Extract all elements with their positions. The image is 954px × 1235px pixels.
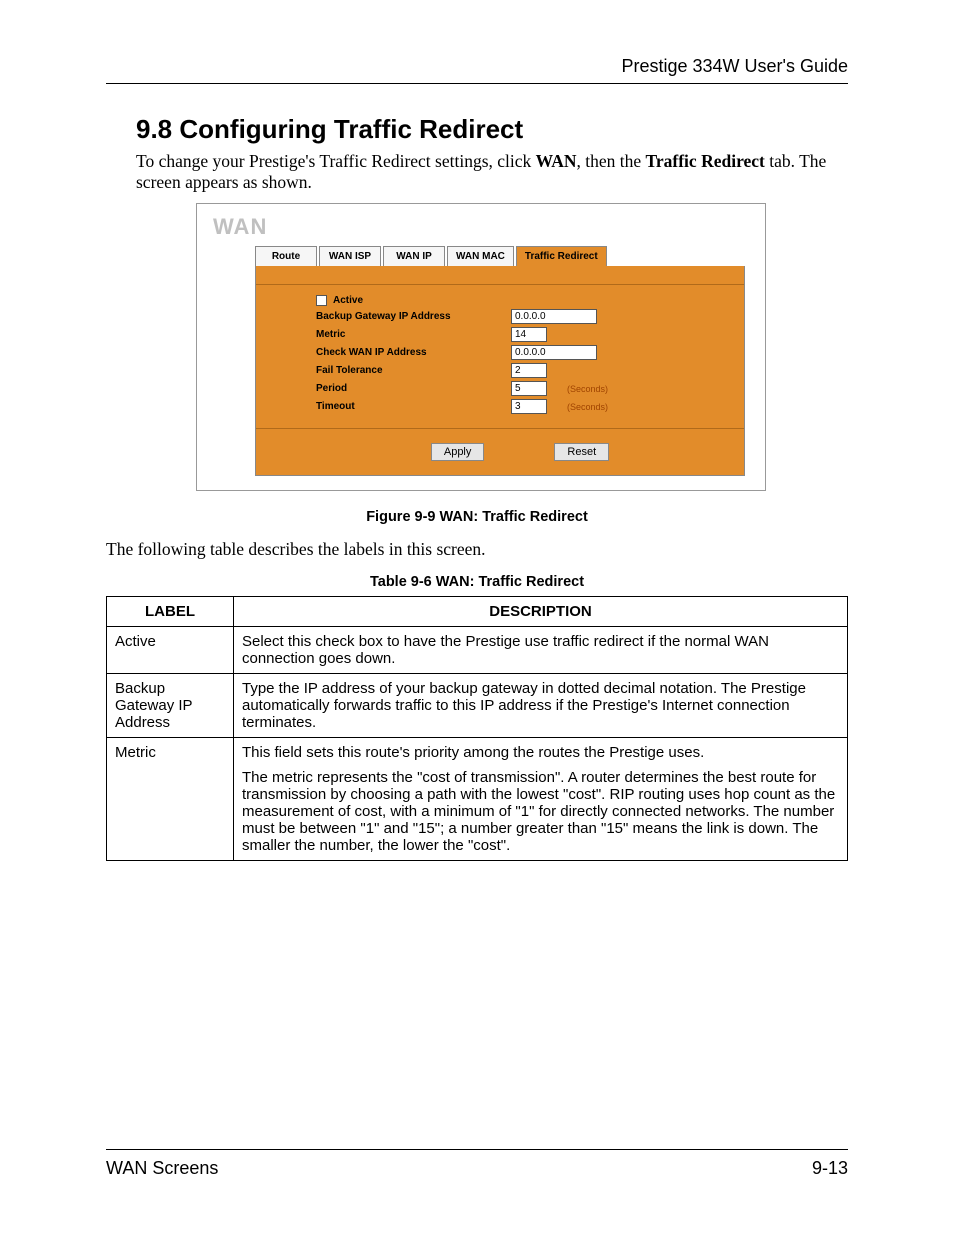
tab-route[interactable]: Route [255,246,317,266]
cell-desc: This field sets this route's priority am… [234,738,848,861]
intro-traffic-redirect: Traffic Redirect [646,151,765,171]
check-wan-label: Check WAN IP Address [316,347,511,358]
cell-label: Backup Gateway IP Address [107,674,234,738]
cell-desc: Select this check box to have the Presti… [234,627,848,674]
panel-bottom-rule [256,428,744,429]
footer-right: 9-13 [812,1158,848,1179]
metric-label: Metric [316,329,511,340]
screenshot-panel: WAN Route WAN ISP WAN IP WAN MAC Traffic… [196,203,766,491]
backup-gateway-label: Backup Gateway IP Address [316,311,511,322]
section-heading: 9.8 Configuring Traffic Redirect [136,114,848,145]
metric-input[interactable]: 14 [511,327,547,342]
intro-mid: , then the [577,151,646,171]
active-label: Active [333,295,363,306]
table-caption: Table 9-6 WAN: Traffic Redirect [106,574,848,590]
fail-tolerance-label: Fail Tolerance [316,365,511,376]
footer-rule [106,1149,848,1150]
table-row: Backup Gateway IP Address Type the IP ad… [107,674,848,738]
active-checkbox[interactable] [316,295,327,306]
table-row: Active Select this check box to have the… [107,627,848,674]
description-table: LABEL DESCRIPTION Active Select this che… [106,596,848,861]
check-wan-input[interactable]: 0.0.0.0 [511,345,597,360]
tab-wan-ip[interactable]: WAN IP [383,246,445,266]
timeout-unit: (Seconds) [567,402,608,412]
tab-traffic-redirect[interactable]: Traffic Redirect [516,246,607,266]
intro-text: To change your Prestige's Traffic Redire… [136,151,536,171]
timeout-input[interactable]: 3 [511,399,547,414]
tab-row: Route WAN ISP WAN IP WAN MAC Traffic Red… [255,246,753,266]
backup-gateway-input[interactable]: 0.0.0.0 [511,309,597,324]
form-panel: Active Backup Gateway IP Address 0.0.0.0… [255,266,745,476]
panel-top-rule [256,284,744,285]
tab-wan-mac[interactable]: WAN MAC [447,246,514,266]
apply-button[interactable]: Apply [431,443,485,461]
cell-desc-p1: This field sets this route's priority am… [242,744,839,761]
section-intro: To change your Prestige's Traffic Redire… [136,151,848,193]
table-row: Metric This field sets this route's prio… [107,738,848,861]
period-label: Period [316,383,511,394]
cell-label: Active [107,627,234,674]
cell-desc-p2: The metric represents the "cost of trans… [242,769,839,854]
tab-wan-isp[interactable]: WAN ISP [319,246,381,266]
reset-button[interactable]: Reset [554,443,609,461]
th-description: DESCRIPTION [234,597,848,627]
page-footer: WAN Screens 9-13 [106,1149,848,1179]
intro-wan: WAN [536,151,577,171]
th-label: LABEL [107,597,234,627]
fail-tolerance-input[interactable]: 2 [511,363,547,378]
timeout-label: Timeout [316,401,511,412]
period-unit: (Seconds) [567,384,608,394]
cell-label: Metric [107,738,234,861]
figure-caption: Figure 9-9 WAN: Traffic Redirect [106,509,848,525]
wan-title: WAN [213,214,753,240]
footer-left: WAN Screens [106,1158,218,1179]
table-intro: The following table describes the labels… [106,539,848,560]
header-rule [106,83,848,84]
period-input[interactable]: 5 [511,381,547,396]
cell-desc: Type the IP address of your backup gatew… [234,674,848,738]
page-header: Prestige 334W User's Guide [106,56,848,77]
